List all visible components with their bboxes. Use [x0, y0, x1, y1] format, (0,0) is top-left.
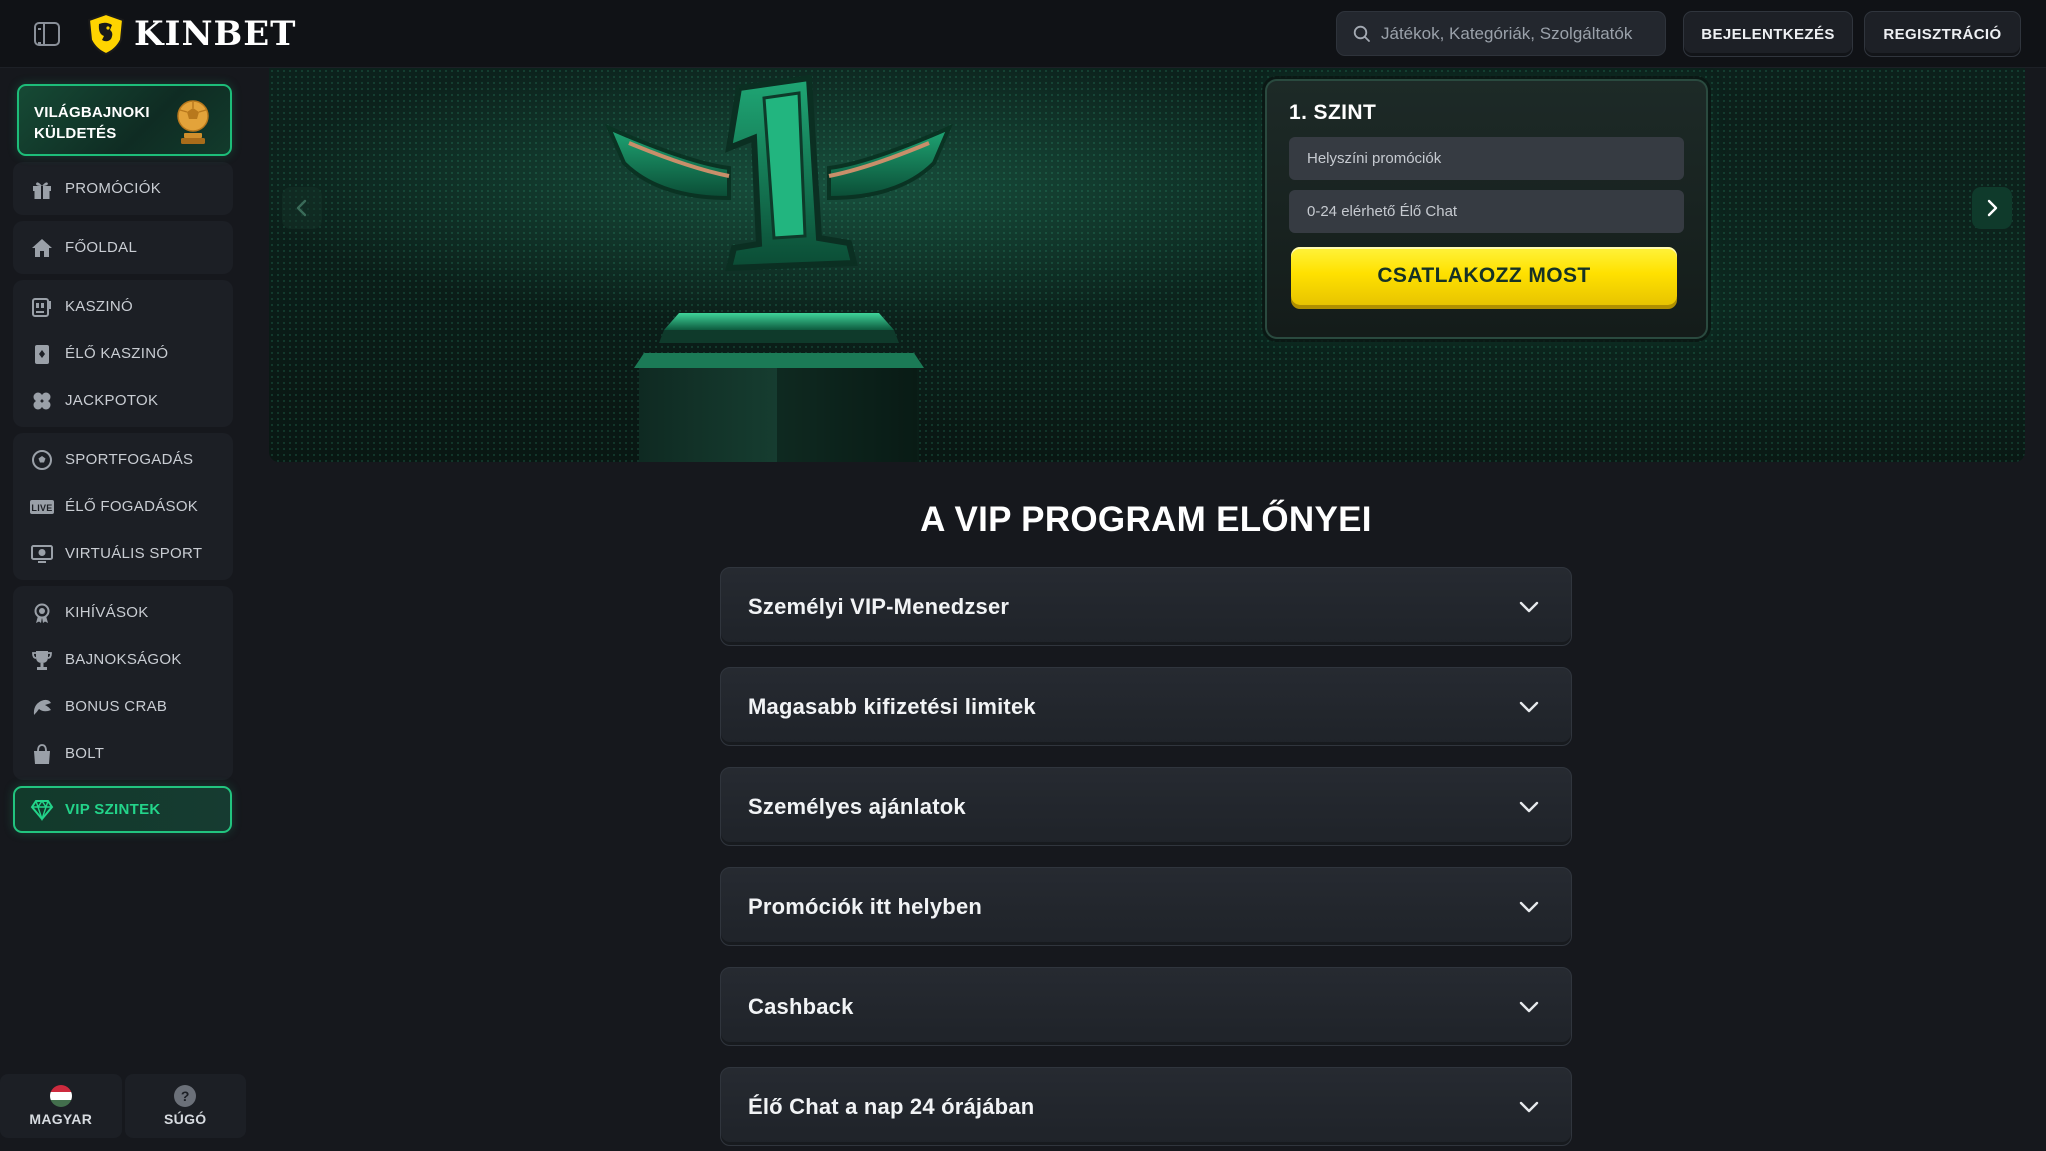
nav-group-promotions: PROMÓCIÓK — [13, 162, 233, 215]
sidebar-item-home[interactable]: FŐOLDAL — [13, 224, 233, 271]
slot-machine-icon — [30, 295, 54, 319]
sidebar-item-label: ÉLŐ KASZINÓ — [65, 345, 169, 362]
chevron-left-icon — [296, 199, 307, 217]
shopping-bag-icon — [30, 742, 54, 766]
trophy-icon — [30, 648, 54, 672]
sidebar-item-bonus-crab[interactable]: BONUS CRAB — [13, 683, 233, 730]
live-badge-icon: LIVE — [30, 495, 54, 519]
benefit-label: Magasabb kifizetési limitek — [748, 693, 1036, 719]
benefit-accordion-item[interactable]: Magasabb kifizetési limitek — [720, 667, 1572, 746]
level-info-card: 1. SZINT Helyszíni promóciók 0-24 elérhe… — [1265, 79, 1708, 339]
join-now-button[interactable]: CSATLAKOZZ MOST — [1291, 247, 1677, 305]
level-one-trophy-illustration — [605, 74, 953, 462]
language-button[interactable]: MAGYAR — [0, 1074, 122, 1138]
playing-card-icon — [30, 342, 54, 366]
sidebar-item-sports-betting[interactable]: SPORTFOGADÁS — [13, 436, 233, 483]
sidebar-item-label: FŐOLDAL — [65, 239, 138, 256]
benefits-accordion: Személyi VIP-Menedzser Magasabb kifizeté… — [720, 567, 1572, 1151]
brand-logo[interactable]: KINBET — [86, 11, 297, 57]
sidebar-item-label: SPORTFOGADÁS — [65, 451, 194, 468]
benefit-label: Cashback — [748, 993, 854, 1019]
help-label: SÚGÓ — [164, 1111, 207, 1127]
search-icon — [1353, 25, 1370, 42]
section-title: A VIP PROGRAM ELŐNYEI — [920, 500, 1372, 539]
banner-dot-pattern — [269, 68, 2025, 462]
sidebar-bottom-bar: MAGYAR ? SÚGÓ — [0, 1074, 246, 1138]
sidebar-item-label: PROMÓCIÓK — [65, 180, 162, 197]
level-perk-item: Helyszíni promóciók — [1289, 137, 1684, 180]
gift-icon — [30, 177, 54, 201]
nav-group-sports: SPORTFOGADÁS LIVE ÉLŐ FOGADÁSOK VIRTUÁLI… — [13, 433, 233, 580]
sidebar-item-live-casino[interactable]: ÉLŐ KASZINÓ — [13, 330, 233, 377]
sidebar-item-label: KIHÍVÁSOK — [65, 604, 149, 621]
sidebar-item-label: BOLT — [65, 745, 105, 762]
crab-claw-icon — [30, 695, 54, 719]
help-icon: ? — [174, 1085, 197, 1107]
search-box[interactable] — [1336, 11, 1666, 56]
diamond-icon — [30, 799, 54, 821]
benefit-accordion-item[interactable]: Élő Chat a nap 24 órájában — [720, 1067, 1572, 1146]
benefit-label: Promóciók itt helyben — [748, 893, 983, 919]
chevron-right-icon — [1987, 199, 1998, 217]
nav-group-home: FŐOLDAL — [13, 221, 233, 274]
chevron-down-icon — [1519, 1001, 1539, 1012]
sidebar-item-label: BAJNOKSÁGOK — [65, 651, 182, 668]
brand-name: KINBET — [134, 14, 297, 54]
chevron-down-icon — [1519, 701, 1539, 712]
medal-icon — [30, 601, 54, 625]
sidebar-item-label: KASZINÓ — [65, 298, 133, 315]
language-label: MAGYAR — [29, 1111, 93, 1127]
hungarian-flag-icon — [49, 1085, 72, 1107]
sidebar-item-casino[interactable]: KASZINÓ — [13, 283, 233, 330]
vip-level-banner: 1. SZINT Helyszíni promóciók 0-24 elérhe… — [269, 68, 2025, 462]
nav-group-extras: KIHÍVÁSOK BAJNOKSÁGOK BONUS CRAB BOLT — [13, 586, 233, 780]
benefit-label: Személyes ajánlatok — [748, 793, 966, 819]
sidebar-item-label: JACKPOTOK — [65, 392, 159, 409]
top-bar: KINBET BEJELENTKEZÉS REGISZTRÁCIÓ — [0, 0, 2046, 68]
sidebar-item-promotions[interactable]: PROMÓCIÓK — [13, 165, 233, 212]
sidebar-item-shop[interactable]: BOLT — [13, 730, 233, 777]
level-title: 1. SZINT — [1289, 101, 1377, 124]
monitor-ball-icon — [30, 542, 54, 566]
sidebar-item-label: BONUS CRAB — [65, 698, 168, 715]
sidebar-item-label: ÉLŐ FOGADÁSOK — [65, 498, 199, 515]
register-button[interactable]: REGISZTRÁCIÓ — [1864, 11, 2021, 57]
nav-group-casino: KASZINÓ ÉLŐ KASZINÓ JACKPOTOK — [13, 280, 233, 427]
quest-label: VILÁGBAJNOKI KÜLDETÉS — [34, 104, 150, 142]
benefit-accordion-item[interactable]: Promóciók itt helyben — [720, 867, 1572, 946]
sidebar-item-tournaments[interactable]: BAJNOKSÁGOK — [13, 636, 233, 683]
level-perk-item: 0-24 elérhető Élő Chat — [1289, 190, 1684, 233]
search-input[interactable] — [1381, 23, 1651, 44]
sidebar-toggle-icon[interactable] — [34, 22, 60, 46]
benefit-accordion-item[interactable]: Személyi VIP-Menedzser — [720, 567, 1572, 646]
carousel-next-button[interactable] — [1972, 187, 2012, 229]
sidebar-item-label: VIP SZINTEK — [65, 801, 161, 818]
svg-text:LIVE: LIVE — [31, 503, 52, 513]
shield-logo-icon — [87, 12, 125, 56]
login-button[interactable]: BEJELENTKEZÉS — [1683, 11, 1853, 57]
sidebar: VILÁGBAJNOKI KÜLDETÉS PROMÓCIÓK FŐOLDAL — [13, 84, 233, 833]
sidebar-item-label: VIRTUÁLIS SPORT — [65, 545, 203, 562]
benefit-label: Személyi VIP-Menedzser — [748, 593, 1010, 619]
carousel-prev-button[interactable] — [282, 187, 322, 229]
sidebar-item-live-bets[interactable]: LIVE ÉLŐ FOGADÁSOK — [13, 483, 233, 530]
sidebar-item-virtual-sports[interactable]: VIRTUÁLIS SPORT — [13, 530, 233, 577]
sidebar-item-vip-levels[interactable]: VIP SZINTEK — [13, 786, 232, 833]
help-button[interactable]: ? SÚGÓ — [124, 1074, 246, 1138]
world-cup-quest-card[interactable]: VILÁGBAJNOKI KÜLDETÉS — [17, 84, 232, 156]
sidebar-item-challenges[interactable]: KIHÍVÁSOK — [13, 589, 233, 636]
benefit-accordion-item[interactable]: Cashback — [720, 967, 1572, 1046]
sidebar-item-jackpots[interactable]: JACKPOTOK — [13, 377, 233, 424]
chevron-down-icon — [1519, 901, 1539, 912]
clover-icon — [30, 389, 54, 413]
golden-ball-trophy-icon — [177, 100, 209, 144]
chevron-down-icon — [1519, 801, 1539, 812]
chevron-down-icon — [1519, 1101, 1539, 1112]
soccer-ball-icon — [30, 448, 54, 472]
benefit-label: Élő Chat a nap 24 órájában — [748, 1093, 1035, 1119]
home-icon — [30, 236, 54, 260]
benefit-accordion-item[interactable]: Személyes ajánlatok — [720, 767, 1572, 846]
chevron-down-icon — [1519, 601, 1539, 612]
